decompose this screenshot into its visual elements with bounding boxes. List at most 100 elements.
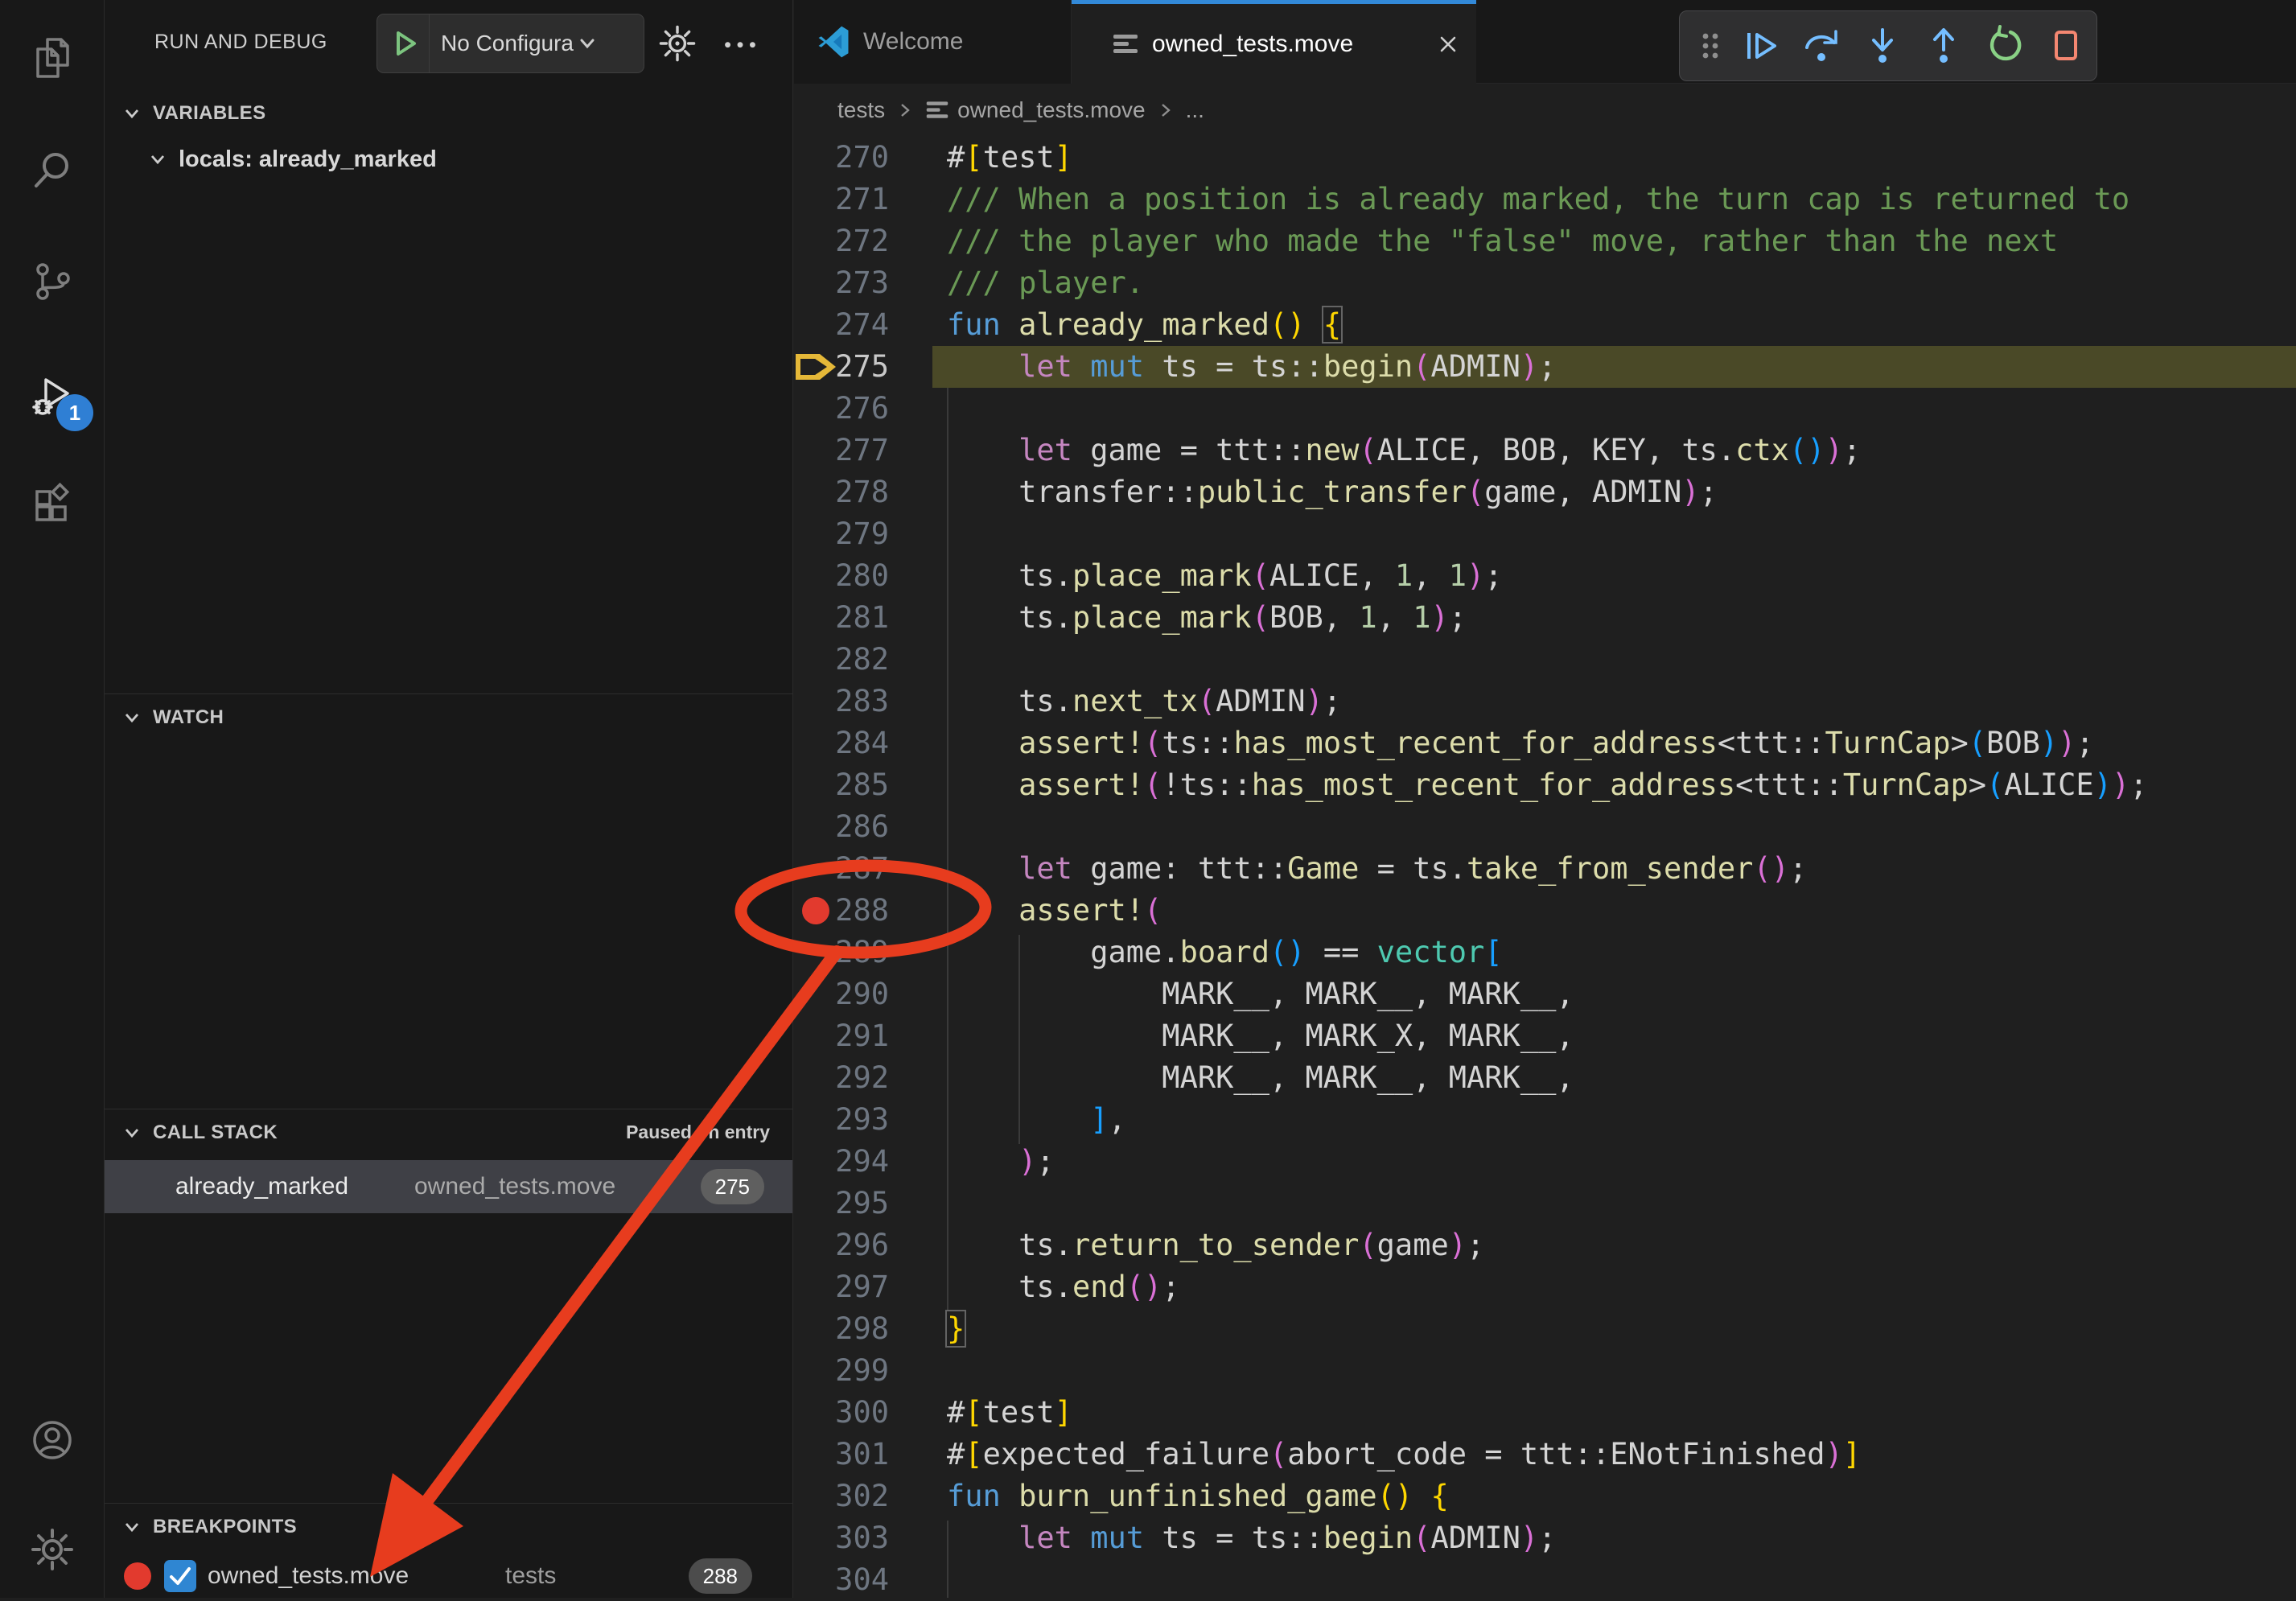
line-number[interactable]: 294 <box>794 1141 889 1183</box>
code-line-302[interactable]: 302fun burn_unfinished_game() { <box>794 1475 2296 1517</box>
stop-icon[interactable] <box>2045 25 2087 67</box>
line-number[interactable]: 285 <box>794 764 889 806</box>
line-number[interactable]: 276 <box>794 388 889 430</box>
section-call-stack[interactable]: CALL STACK Paused on entry <box>105 1109 792 1155</box>
line-number[interactable]: 272 <box>794 220 889 262</box>
line-number[interactable]: 289 <box>794 932 889 973</box>
code-line-284[interactable]: 284 assert!(ts::has_most_recent_for_addr… <box>794 722 2296 764</box>
source-control-icon[interactable] <box>30 259 75 304</box>
line-number[interactable]: 283 <box>794 681 889 722</box>
line-number[interactable]: 279 <box>794 513 889 555</box>
code-line-295[interactable]: 295 <box>794 1183 2296 1224</box>
line-number[interactable]: 270 <box>794 137 889 179</box>
line-number[interactable]: 291 <box>794 1015 889 1057</box>
line-number[interactable]: 284 <box>794 722 889 764</box>
line-number[interactable]: 290 <box>794 973 889 1015</box>
line-number[interactable]: 303 <box>794 1517 889 1559</box>
line-number[interactable]: 281 <box>794 597 889 639</box>
tab-owned-tests[interactable]: owned_tests.move <box>1072 0 1476 84</box>
line-number[interactable]: 299 <box>794 1350 889 1392</box>
code-line-276[interactable]: 276 <box>794 388 2296 430</box>
code-line-288[interactable]: 288 assert!( <box>794 890 2296 932</box>
code-line-283[interactable]: 283 ts.next_tx(ADMIN); <box>794 681 2296 722</box>
account-icon[interactable] <box>30 1418 75 1463</box>
line-number[interactable]: 271 <box>794 179 889 220</box>
line-number[interactable]: 273 <box>794 262 889 304</box>
line-number[interactable]: 292 <box>794 1057 889 1099</box>
code-line-299[interactable]: 299 <box>794 1350 2296 1392</box>
close-tab-icon[interactable] <box>1436 32 1460 56</box>
code-line-271[interactable]: 271/// When a position is already marked… <box>794 179 2296 220</box>
code-line-279[interactable]: 279 <box>794 513 2296 555</box>
breakpoint-enabled-checkbox[interactable] <box>164 1560 196 1592</box>
line-number[interactable]: 297 <box>794 1266 889 1308</box>
stack-frame-row[interactable]: already_marked owned_tests.move 275 <box>105 1160 792 1213</box>
line-number[interactable]: 296 <box>794 1224 889 1266</box>
code-line-298[interactable]: 298} <box>794 1308 2296 1350</box>
line-number[interactable]: 300 <box>794 1392 889 1434</box>
code-line-287[interactable]: 287 let game: ttt::Game = ts.take_from_s… <box>794 848 2296 890</box>
line-number[interactable]: 274 <box>794 304 889 346</box>
code-line-280[interactable]: 280 ts.place_mark(ALICE, 1, 1); <box>794 555 2296 597</box>
line-number[interactable]: 304 <box>794 1559 889 1601</box>
code-line-274[interactable]: 274fun already_marked() { <box>794 304 2296 346</box>
step-out-icon[interactable] <box>1923 25 1965 67</box>
line-number[interactable]: 298 <box>794 1308 889 1350</box>
code-line-282[interactable]: 282 <box>794 639 2296 681</box>
line-number[interactable]: 280 <box>794 555 889 597</box>
restart-icon[interactable] <box>1984 25 2026 67</box>
line-number[interactable]: 282 <box>794 639 889 681</box>
breadcrumb-file[interactable]: owned_tests.move <box>957 97 1145 123</box>
line-number[interactable]: 293 <box>794 1099 889 1141</box>
code-line-290[interactable]: 290 MARK__, MARK__, MARK__, <box>794 973 2296 1015</box>
start-debugging-icon[interactable] <box>389 27 421 60</box>
variables-scope-locals[interactable]: locals: already_marked <box>105 137 792 182</box>
code-line-277[interactable]: 277 let game = ttt::new(ALICE, BOB, KEY,… <box>794 430 2296 471</box>
code-line-273[interactable]: 273/// player. <box>794 262 2296 304</box>
line-number[interactable]: 277 <box>794 430 889 471</box>
extensions-icon[interactable] <box>30 483 75 528</box>
tab-welcome[interactable]: Welcome <box>794 0 1072 84</box>
code-line-289[interactable]: 289 game.board() == vector[ <box>794 932 2296 973</box>
code-line-296[interactable]: 296 ts.return_to_sender(game); <box>794 1224 2296 1266</box>
code-line-270[interactable]: 270#[test] <box>794 137 2296 179</box>
continue-icon[interactable] <box>1739 25 1781 67</box>
settings-gear-icon[interactable] <box>30 1527 75 1572</box>
toolbar-drag-handle[interactable] <box>1689 25 1720 67</box>
code-line-301[interactable]: 301#[expected_failure(abort_code = ttt::… <box>794 1434 2296 1475</box>
breadcrumb-symbol[interactable]: ... <box>1186 97 1204 123</box>
code-line-293[interactable]: 293 ], <box>794 1099 2296 1141</box>
code-line-297[interactable]: 297 ts.end(); <box>794 1266 2296 1308</box>
code-line-286[interactable]: 286 <box>794 806 2296 848</box>
debug-settings-gear-icon[interactable] <box>658 24 697 63</box>
section-variables[interactable]: VARIABLES <box>105 90 792 137</box>
step-over-icon[interactable] <box>1800 25 1842 67</box>
code-line-278[interactable]: 278 transfer::public_transfer(game, ADMI… <box>794 471 2296 513</box>
code-line-300[interactable]: 300#[test] <box>794 1392 2296 1434</box>
explorer-icon[interactable] <box>30 35 75 80</box>
code-line-285[interactable]: 285 assert!(!ts::has_most_recent_for_add… <box>794 764 2296 806</box>
code-line-304[interactable]: 304 <box>794 1559 2296 1601</box>
launch-configuration-dropdown[interactable]: No Configura <box>376 14 644 73</box>
more-actions-icon[interactable] <box>721 24 759 63</box>
line-number[interactable]: 287 <box>794 848 889 890</box>
line-number[interactable]: 302 <box>794 1475 889 1517</box>
code-line-292[interactable]: 292 MARK__, MARK__, MARK__, <box>794 1057 2296 1099</box>
line-number[interactable]: 286 <box>794 806 889 848</box>
code-line-303[interactable]: 303 let mut ts = ts::begin(ADMIN); <box>794 1517 2296 1559</box>
section-watch[interactable]: WATCH <box>105 693 792 740</box>
line-number[interactable]: 295 <box>794 1183 889 1224</box>
code-line-281[interactable]: 281 ts.place_mark(BOB, 1, 1); <box>794 597 2296 639</box>
breadcrumb-folder[interactable]: tests <box>837 97 885 123</box>
code-line-275[interactable]: 275 let mut ts = ts::begin(ADMIN); <box>794 346 2296 388</box>
search-icon[interactable] <box>30 148 75 193</box>
step-into-icon[interactable] <box>1862 25 1903 67</box>
code-line-272[interactable]: 272/// the player who made the "false" m… <box>794 220 2296 262</box>
line-number[interactable]: 301 <box>794 1434 889 1475</box>
section-breakpoints[interactable]: BREAKPOINTS <box>105 1503 792 1550</box>
breakpoint-row[interactable]: owned_tests.move tests 288 <box>105 1554 792 1598</box>
code-line-294[interactable]: 294 ); <box>794 1141 2296 1183</box>
code-line-291[interactable]: 291 MARK__, MARK_X, MARK__, <box>794 1015 2296 1057</box>
line-number[interactable]: 278 <box>794 471 889 513</box>
breakpoint-dot-icon[interactable] <box>802 897 829 924</box>
